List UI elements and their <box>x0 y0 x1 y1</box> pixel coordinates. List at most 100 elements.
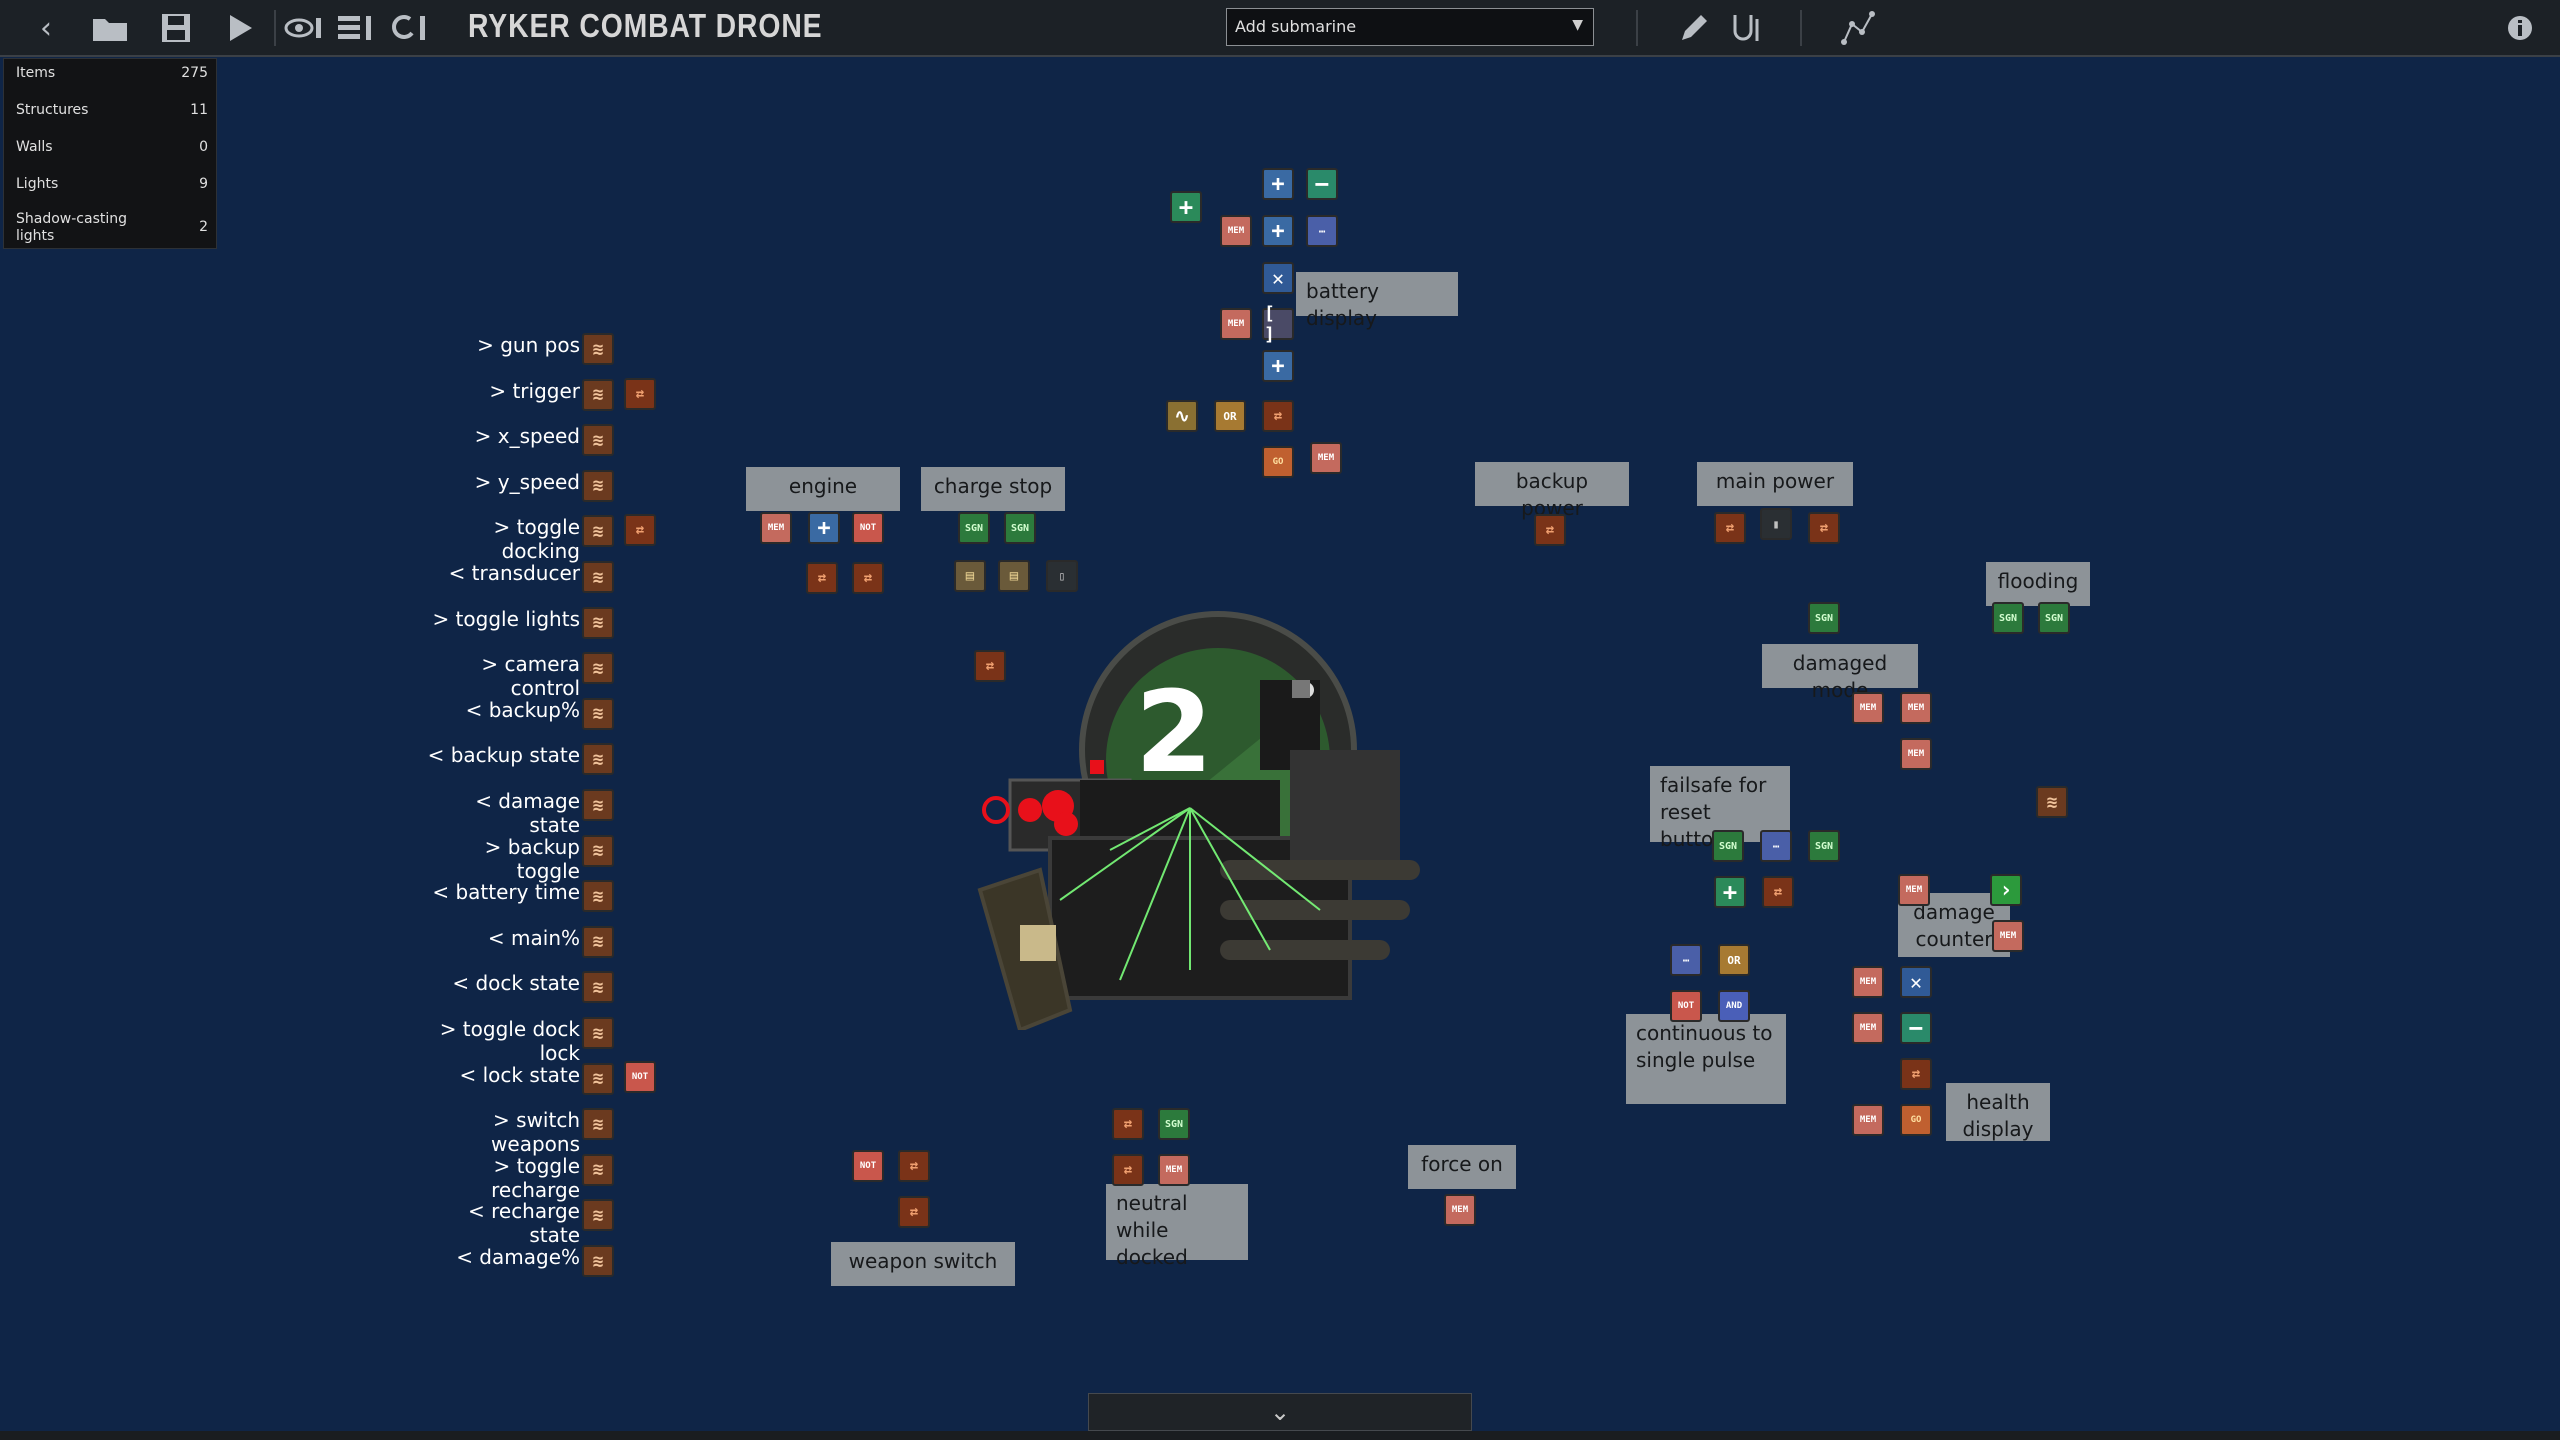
note-weapon-switch[interactable]: weapon switch <box>831 1242 1015 1286</box>
note-battery-display[interactable]: battery display <box>1296 272 1458 330</box>
terminal-device-icon[interactable]: ▯ <box>1046 560 1078 592</box>
battery-device-icon[interactable]: ▤ <box>954 560 986 592</box>
note-backup-power[interactable]: backup power <box>1475 462 1629 520</box>
battery-device-icon[interactable]: ▤ <box>998 560 1030 592</box>
note-engine[interactable]: engine <box>746 467 900 511</box>
relay-component-icon[interactable]: ⇄ <box>898 1150 930 1182</box>
relay-component-icon[interactable]: ⇄ <box>1112 1154 1144 1186</box>
note-main-power[interactable]: main power <box>1697 462 1853 506</box>
note-charge-stop[interactable]: charge stop <box>921 467 1065 511</box>
memory-component[interactable]: MEM <box>1852 1012 1884 1044</box>
relay-component-icon[interactable]: ⇄ <box>806 562 838 594</box>
not-gate-component[interactable]: NOT <box>852 512 884 544</box>
greater-component[interactable]: GO <box>1900 1104 1932 1136</box>
wifi-component-icon[interactable]: ≋ <box>582 925 614 958</box>
and-gate-component[interactable]: AND <box>1718 990 1750 1022</box>
memory-component[interactable]: MEM <box>760 512 792 544</box>
wifi-component-icon[interactable]: ≋ <box>582 1017 614 1049</box>
note-damaged-mode[interactable]: damaged mode <box>1762 644 1918 702</box>
toggle-entity-panel-button[interactable]: ⌄ <box>1088 1393 1472 1431</box>
signal-check-component[interactable]: SGN <box>1808 602 1840 634</box>
memory-component[interactable]: MEM <box>1900 692 1932 724</box>
wifi-component-icon[interactable]: ≋ <box>582 1199 614 1232</box>
multiply-component-icon[interactable]: ✕ <box>1262 262 1294 294</box>
memory-component[interactable]: MEM <box>1852 692 1884 724</box>
memory-component[interactable]: MEM <box>1220 308 1252 340</box>
back-arrow-icon[interactable]: ‹ <box>24 6 68 50</box>
add-submarine-dropdown[interactable]: Add submarine ▼ <box>1226 8 1594 46</box>
memory-component[interactable]: MEM <box>1852 966 1884 998</box>
switch-device-icon[interactable]: ▮ <box>1760 508 1792 540</box>
divide-component-icon[interactable]: ⋯ <box>1670 944 1702 976</box>
add-component-icon[interactable]: + <box>1262 168 1294 200</box>
relay-component-icon[interactable]: ⇄ <box>1900 1058 1932 1090</box>
signal-check-component[interactable]: SGN <box>1992 602 2024 634</box>
signal-check-component[interactable]: SGN <box>1712 830 1744 862</box>
round-component-icon[interactable]: [ ] <box>1262 303 1294 345</box>
or-gate-component[interactable]: OR <box>1214 400 1246 432</box>
wiring-mode-icon[interactable] <box>386 6 430 50</box>
relay-component-icon[interactable]: ⇄ <box>898 1196 930 1228</box>
wifi-component-icon[interactable]: ≋ <box>582 834 614 867</box>
greater-than-component-icon[interactable]: › <box>1990 874 2022 906</box>
greater-component[interactable]: GO <box>1262 446 1294 478</box>
layers-icon[interactable] <box>334 6 378 50</box>
memory-component[interactable]: MEM <box>1852 1104 1884 1136</box>
drone-submarine[interactable] <box>960 610 1480 1030</box>
open-folder-icon[interactable] <box>88 6 132 50</box>
add-component-icon[interactable]: + <box>1170 191 1202 223</box>
memory-component[interactable]: MEM <box>1900 738 1932 770</box>
wifi-component-icon[interactable]: ≋ <box>582 1062 614 1095</box>
memory-component[interactable]: MEM <box>1992 920 2024 952</box>
eye-icon[interactable] <box>282 6 326 50</box>
add-component-icon[interactable]: + <box>1262 350 1294 382</box>
relay-component-icon[interactable]: ⇄ <box>974 650 1006 682</box>
wifi-component-icon[interactable]: ≋ <box>2036 786 2068 818</box>
signal-check-component[interactable]: SGN <box>1158 1108 1190 1140</box>
signal-check-component[interactable]: SGN <box>2038 602 2070 634</box>
relay-component-icon[interactable]: ⇄ <box>624 378 656 410</box>
relay-component-icon[interactable]: ⇄ <box>1534 514 1566 546</box>
oscillator-component-icon[interactable]: ∿ <box>1166 400 1198 432</box>
note-neutral-docked[interactable]: neutral while docked <box>1106 1184 1248 1269</box>
subtract-component-icon[interactable]: − <box>1306 168 1338 200</box>
relay-component-icon[interactable]: ⇄ <box>1112 1108 1144 1140</box>
relay-component-icon[interactable]: ⇄ <box>1714 512 1746 544</box>
relay-component-icon[interactable]: ⇄ <box>1262 400 1294 432</box>
info-icon[interactable] <box>2498 6 2542 50</box>
signal-check-component[interactable]: SGN <box>958 512 990 544</box>
add-component-icon[interactable]: + <box>1262 215 1294 247</box>
pencil-icon[interactable] <box>1672 6 1716 50</box>
wifi-component-icon[interactable]: ≋ <box>582 469 614 502</box>
wire-icon[interactable] <box>1724 6 1768 50</box>
wifi-component-icon[interactable]: ≋ <box>582 378 614 411</box>
wifi-component-icon[interactable]: ≋ <box>582 880 614 913</box>
note-flooding[interactable]: flooding <box>1986 562 2090 606</box>
wifi-component-icon[interactable]: ≋ <box>582 743 614 776</box>
wifi-component-icon[interactable]: ≋ <box>582 561 614 593</box>
wifi-component-icon[interactable]: ≋ <box>582 333 614 365</box>
play-icon[interactable] <box>218 6 262 50</box>
wifi-component-icon[interactable]: ≋ <box>582 1153 614 1186</box>
multiply-component-icon[interactable]: ✕ <box>1900 966 1932 998</box>
note-continuous-pulse[interactable]: continuous to single pulse <box>1626 1014 1786 1104</box>
relay-component-icon[interactable]: ⇄ <box>1762 876 1794 908</box>
save-icon[interactable] <box>154 6 198 50</box>
note-force-on[interactable]: force on <box>1408 1145 1516 1189</box>
signal-check-component[interactable]: SGN <box>1004 512 1036 544</box>
not-gate-component[interactable]: NOT <box>1670 990 1702 1022</box>
add-component-icon[interactable]: + <box>808 512 840 544</box>
memory-component[interactable]: MEM <box>1158 1154 1190 1186</box>
wifi-component-icon[interactable]: ≋ <box>582 1108 614 1141</box>
relay-component-icon[interactable]: ⇄ <box>1808 512 1840 544</box>
wifi-component-icon[interactable]: ≋ <box>582 1245 614 1277</box>
memory-component[interactable]: MEM <box>1220 215 1252 247</box>
relay-component-icon[interactable]: ⇄ <box>624 514 656 546</box>
waypoint-path-icon[interactable] <box>1836 6 1880 50</box>
divide-component-icon[interactable]: ⋯ <box>1306 215 1338 247</box>
not-gate-component[interactable]: NOT <box>852 1150 884 1182</box>
wifi-component-icon[interactable]: ≋ <box>582 697 614 730</box>
or-gate-component[interactable]: OR <box>1718 944 1750 976</box>
subtract-component-icon[interactable]: − <box>1900 1012 1932 1044</box>
relay-component-icon[interactable]: ⇄ <box>852 562 884 594</box>
